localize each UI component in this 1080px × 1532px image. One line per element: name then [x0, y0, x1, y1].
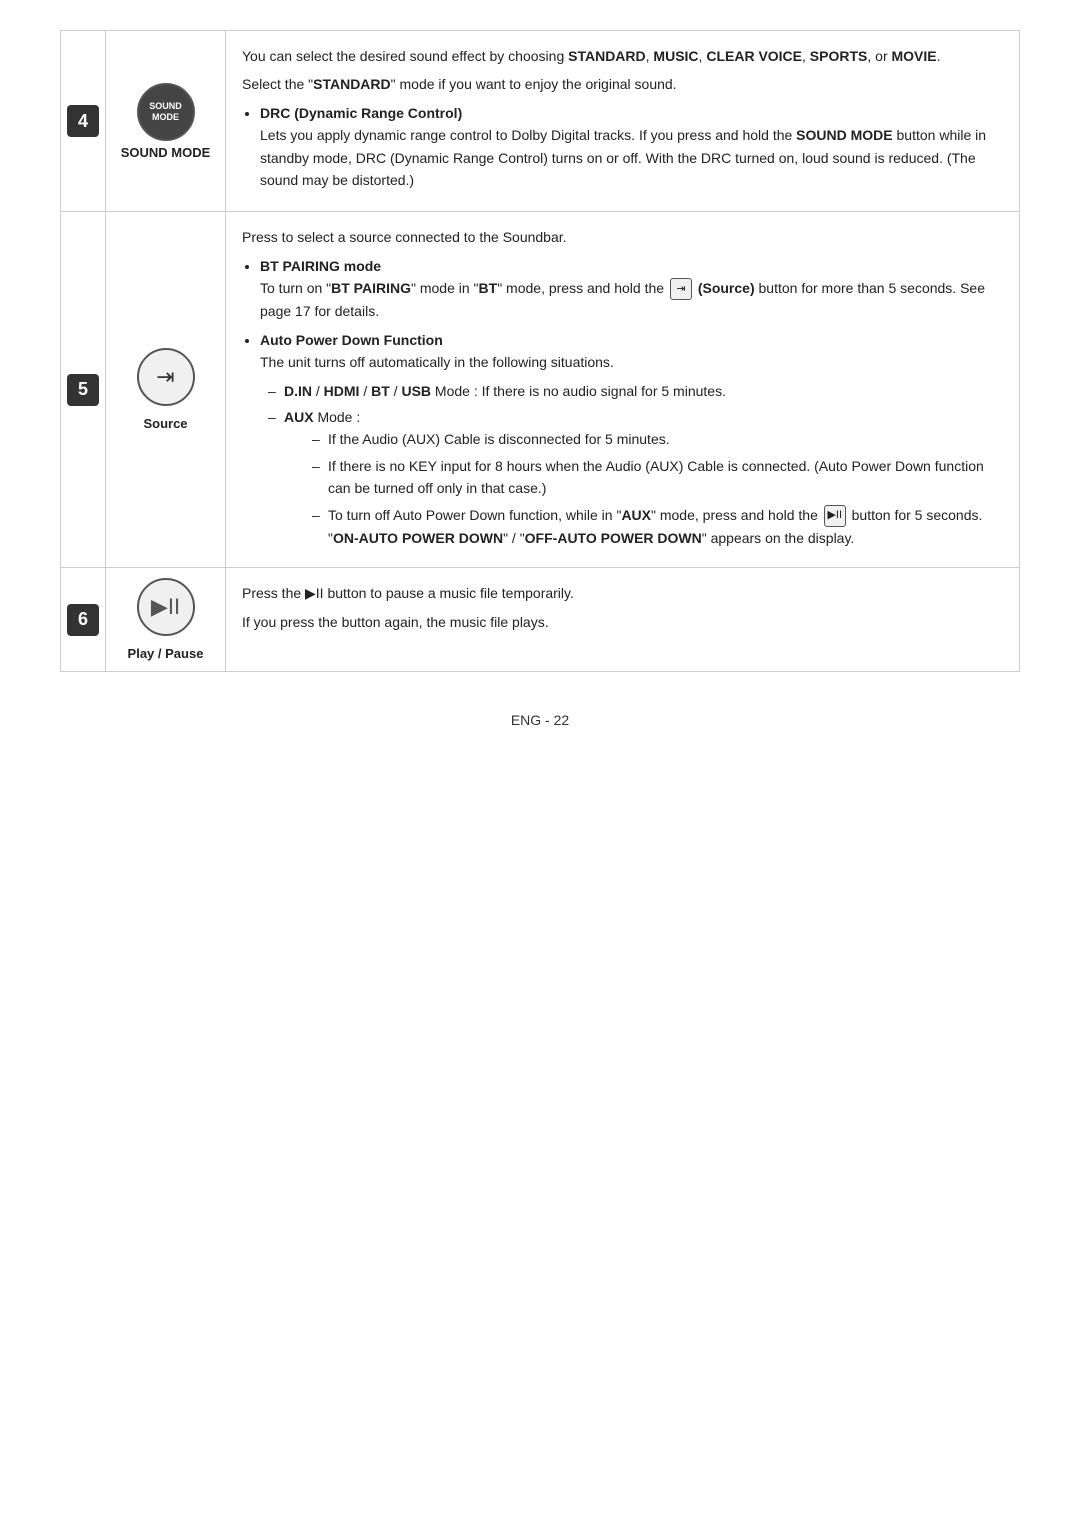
- row-number-6: 6: [61, 568, 106, 672]
- source-inline-icon: ⇥: [670, 278, 692, 300]
- sound-mode-text2: Select the "STANDARD" mode if you want t…: [242, 73, 1003, 95]
- footer-text: ENG - 22: [511, 712, 569, 728]
- aux-sub-list: If the Audio (AUX) Cable is disconnected…: [284, 428, 1003, 549]
- source-description: Press to select a source connected to th…: [226, 212, 1020, 568]
- page-content: 4 SOUND MODE SOUND MODE You can select t…: [60, 30, 1020, 728]
- sound-mode-list: DRC (Dynamic Range Control) Lets you app…: [260, 102, 1003, 192]
- auto-power-list: D.IN / HDMI / BT / USB Mode : If there i…: [260, 380, 1003, 550]
- number-badge-4: 4: [67, 105, 99, 137]
- bt-pairing-item: BT PAIRING mode To turn on "BT PAIRING" …: [260, 255, 1003, 323]
- aux-item3: To turn off Auto Power Down function, wh…: [328, 504, 1003, 550]
- play-pause-cell: ▶II Play / Pause: [106, 568, 226, 672]
- bt-pairing-desc: To turn on "BT PAIRING" mode in "BT" mod…: [260, 277, 1003, 323]
- aux-mode-item: AUX Mode : If the Audio (AUX) Cable is d…: [284, 406, 1003, 549]
- source-icon-circle: ⇥: [137, 348, 195, 406]
- number-badge-5: 5: [67, 374, 99, 406]
- play-pause-text1: Press the ▶II button to pause a music fi…: [242, 582, 1003, 604]
- play-pause-label: Play / Pause: [114, 646, 217, 661]
- sound-mode-description: You can select the desired sound effect …: [226, 31, 1020, 212]
- aux-item2: If there is no KEY input for 8 hours whe…: [328, 455, 1003, 500]
- auto-power-item: Auto Power Down Function The unit turns …: [260, 329, 1003, 549]
- aux-item1: If the Audio (AUX) Cable is disconnected…: [328, 428, 1003, 450]
- row-number-5: 5: [61, 212, 106, 568]
- play-pause-icon-circle: ▶II: [137, 578, 195, 636]
- auto-power-desc: The unit turns off automatically in the …: [260, 351, 1003, 373]
- play-pause-inline-icon: ▶II: [824, 505, 846, 527]
- source-list: BT PAIRING mode To turn on "BT PAIRING" …: [260, 255, 1003, 550]
- source-text1: Press to select a source connected to th…: [242, 226, 1003, 248]
- sound-mode-label: SOUND MODE: [114, 145, 217, 160]
- page-footer: ENG - 22: [60, 712, 1020, 728]
- table-row: 4 SOUND MODE SOUND MODE You can select t…: [61, 31, 1020, 212]
- row-number-4: 4: [61, 31, 106, 212]
- play-pause-description: Press the ▶II button to pause a music fi…: [226, 568, 1020, 672]
- din-hdmi-item: D.IN / HDMI / BT / USB Mode : If there i…: [284, 380, 1003, 402]
- main-table: 4 SOUND MODE SOUND MODE You can select t…: [60, 30, 1020, 672]
- source-icon: ⇥: [156, 364, 174, 390]
- number-badge-6: 6: [67, 604, 99, 636]
- drc-desc: Lets you apply dynamic range control to …: [260, 124, 1003, 191]
- table-row: 5 ⇥ Source Press to select a source conn…: [61, 212, 1020, 568]
- source-label: Source: [114, 416, 217, 431]
- source-cell: ⇥ Source: [106, 212, 226, 568]
- sound-mode-icon: SOUND MODE: [137, 83, 195, 141]
- sound-mode-cell: SOUND MODE SOUND MODE: [106, 31, 226, 212]
- sound-mode-text1: You can select the desired sound effect …: [242, 45, 1003, 67]
- play-pause-text2: If you press the button again, the music…: [242, 611, 1003, 633]
- drc-item: DRC (Dynamic Range Control) Lets you app…: [260, 102, 1003, 192]
- play-pause-icon: ▶II: [151, 594, 180, 620]
- table-row: 6 ▶II Play / Pause Press the ▶II button …: [61, 568, 1020, 672]
